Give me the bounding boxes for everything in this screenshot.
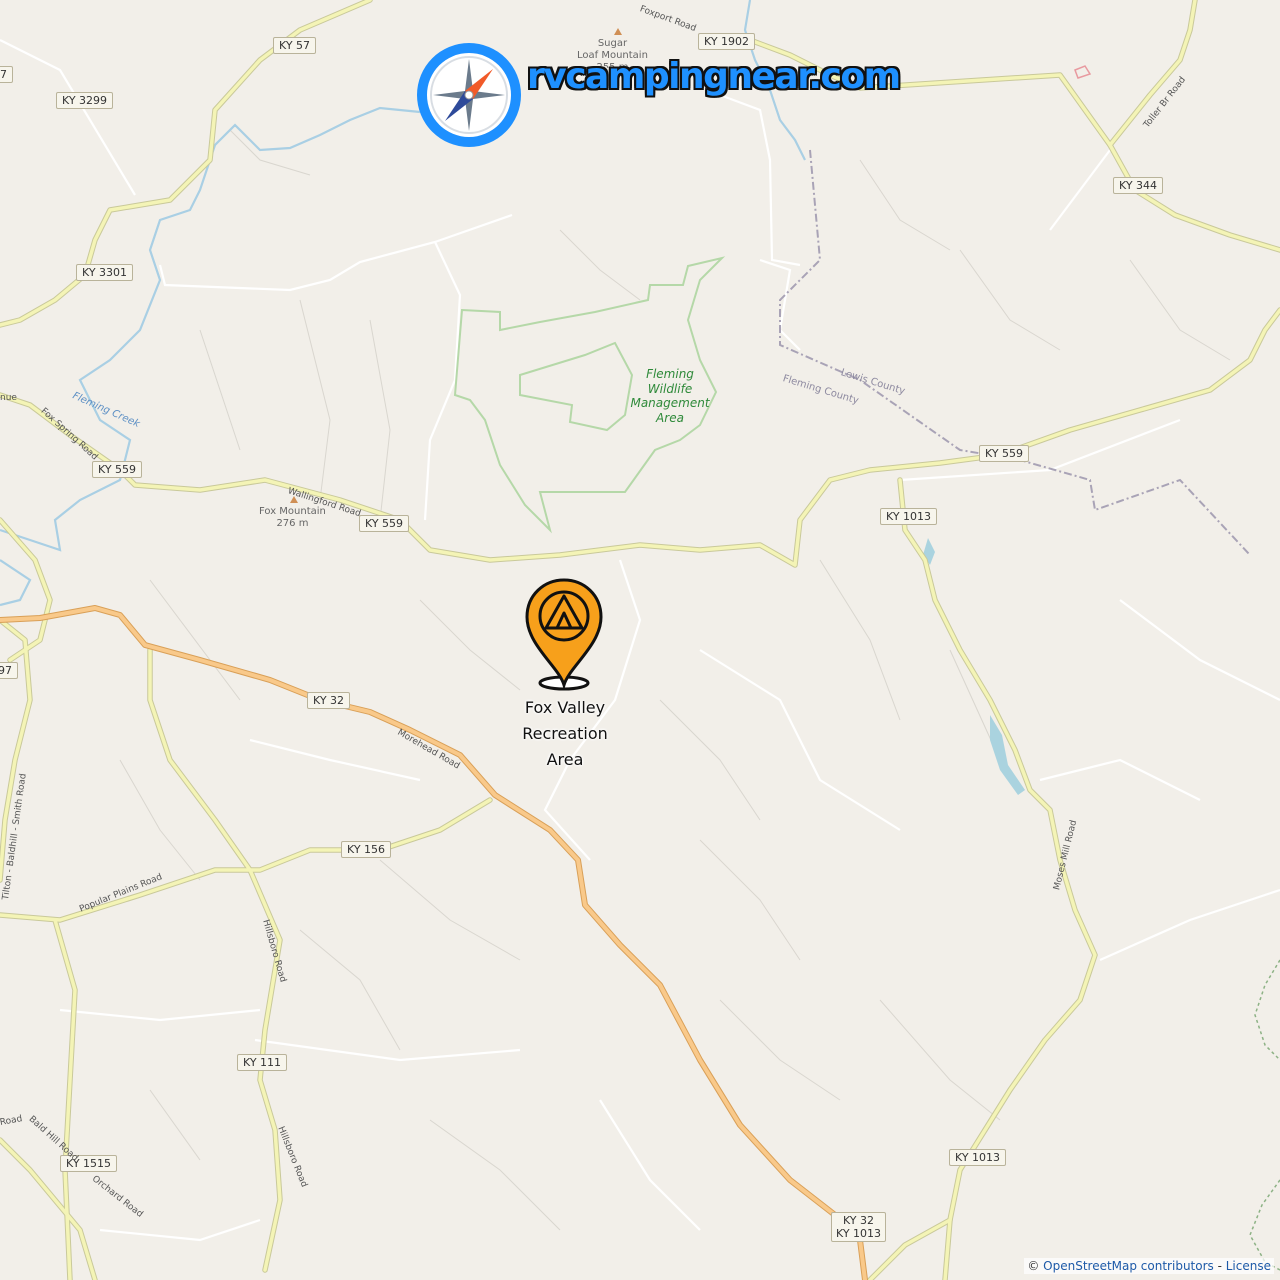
- route-shield-ky559-west: KY 559: [92, 461, 143, 478]
- park-inner-boundary: [519, 341, 634, 432]
- campground-label-line2: Recreation: [522, 724, 608, 743]
- county-boundary: [779, 149, 1251, 556]
- attribution-prefix: ©: [1027, 1259, 1044, 1273]
- forest-edge: [1249, 959, 1280, 1271]
- route-shield-ky32-ky1013: KY 32 KY 1013: [831, 1212, 887, 1242]
- route-shield-ky156: KY 156: [341, 841, 392, 858]
- compass-logo-icon[interactable]: [413, 39, 525, 151]
- map-base-layer: [0, 0, 1280, 1280]
- campground-label-line3: Area: [546, 750, 584, 769]
- tent-pin-icon[interactable]: [519, 575, 609, 695]
- route-shield-ky1013-line: KY 1013: [836, 1227, 882, 1240]
- minor-roads: [0, 39, 1280, 1242]
- place-label-fox-mountain: Fox Mountain 276 m: [259, 506, 326, 530]
- place-label-fox-mountain-elevation: 276 m: [276, 518, 309, 529]
- route-shield-ky344: KY 344: [1113, 177, 1164, 194]
- route-shield-ky559-east: KY 559: [979, 445, 1030, 462]
- route-shield-ky32: KY 32: [307, 692, 351, 709]
- route-shield-edge-west: 97: [0, 662, 18, 679]
- route-shield-ky559-center: KY 559: [359, 515, 410, 532]
- route-shield-ky3301: KY 3301: [76, 264, 134, 281]
- secondary-roads: [0, 0, 1280, 1280]
- route-shield-edge-north: 7: [0, 66, 13, 83]
- small-feature: [1074, 65, 1092, 79]
- park-label-line1: Fleming: [646, 367, 694, 381]
- map-attribution: © OpenStreetMap contributors - License: [1024, 1258, 1274, 1274]
- park-label-line2: Wildlife: [647, 381, 693, 396]
- map-canvas[interactable]: KY 57 KY 1902 KY 3299 KY 3301 KY 344 KY …: [0, 0, 1280, 1280]
- route-shield-ky57: KY 57: [273, 37, 317, 54]
- osm-attribution-link[interactable]: OpenStreetMap contributors: [1043, 1259, 1214, 1273]
- route-shield-ky3299: KY 3299: [56, 92, 114, 109]
- primary-road-ky32: [0, 605, 868, 1280]
- license-link[interactable]: License: [1226, 1259, 1271, 1273]
- route-shield-ky1013-north: KY 1013: [880, 508, 938, 525]
- route-shield-ky1013-south: KY 1013: [949, 1149, 1007, 1166]
- place-label-fox-mountain-name: Fox Mountain: [259, 506, 326, 517]
- park-label-line4: Area: [656, 410, 684, 425]
- park-label-fleming-wma: Fleming Wildlife Management Area: [628, 367, 712, 425]
- route-shield-ky1902: KY 1902: [698, 33, 756, 50]
- peak-icon-sugar-loaf: [614, 28, 622, 35]
- place-label-sugar-loaf-name1: Sugar: [597, 38, 628, 49]
- campground-label-line1: Fox Valley: [524, 698, 606, 717]
- park-label-line3: Management: [630, 396, 710, 410]
- attribution-separator: -: [1213, 1259, 1226, 1273]
- route-shield-ky32-line: KY 32: [842, 1214, 875, 1227]
- campground-label[interactable]: Fox Valley Recreation Area: [490, 695, 640, 773]
- route-shield-ky111: KY 111: [237, 1054, 288, 1071]
- road-label-edge-west: nue: [0, 393, 17, 403]
- brand-wordmark[interactable]: rvcampingnear.com: [527, 56, 901, 97]
